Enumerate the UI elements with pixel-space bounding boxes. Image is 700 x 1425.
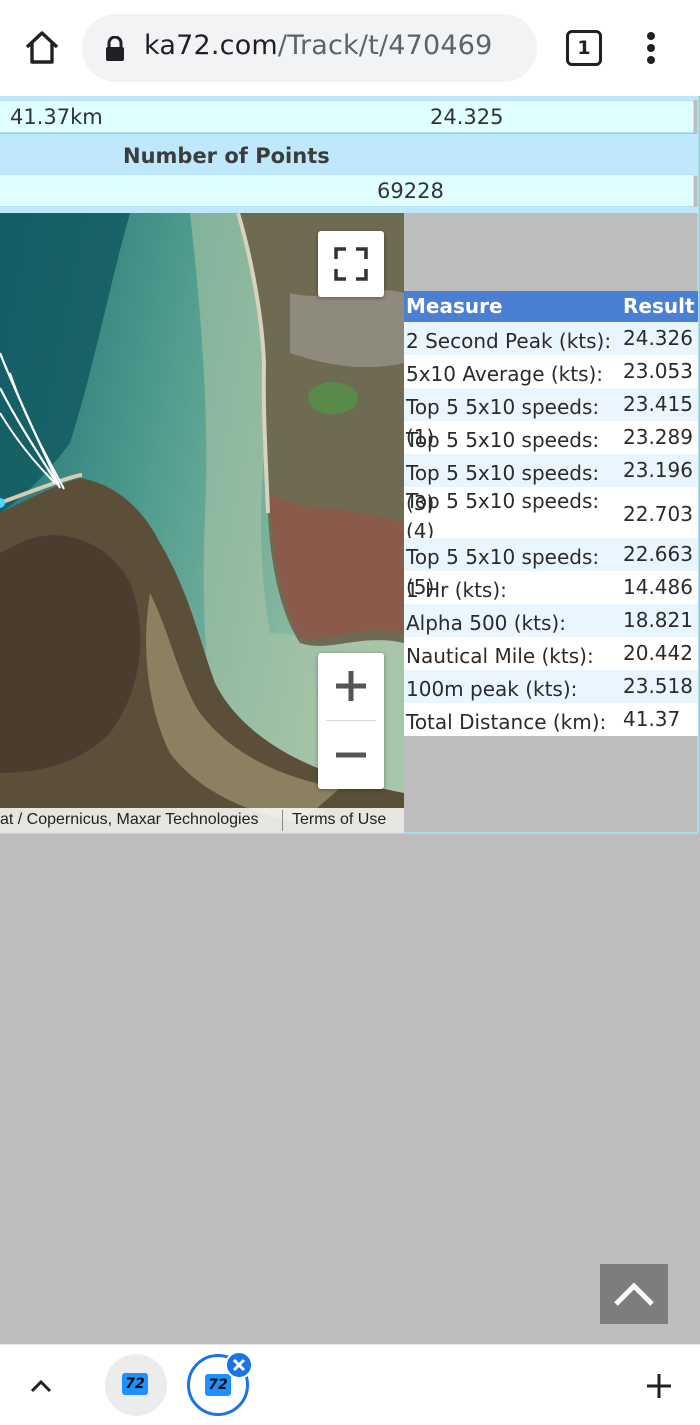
url-text: ka72.com/Track/t/470469 (144, 30, 493, 61)
measure-label: 1 Hr (kts): (406, 578, 507, 602)
table-row: Top 5 5x10 speeds: (4) 22.703 (404, 487, 698, 543)
measure-label: Top 5 5x10 speeds: (4) (406, 489, 600, 543)
measure-label: 5x10 Average (kts): (406, 362, 604, 386)
plus-icon (336, 671, 366, 701)
page-content: 41.37km 24.325 Number of Points 69228 at… (0, 96, 700, 1344)
url-host: ka72.com (144, 30, 278, 61)
points-value: 69228 (377, 179, 444, 203)
new-tab-button[interactable] (644, 1371, 674, 1401)
home-button[interactable] (22, 28, 62, 68)
table-row: 5x10 Average (kts): 23.053 (404, 355, 698, 388)
browser-toolbar: ka72.com/Track/t/470469 1 (0, 0, 700, 96)
measure-label: Alpha 500 (kts): (406, 611, 566, 635)
measure-label: Total Distance (km): (406, 710, 607, 734)
plus-icon (647, 1374, 671, 1398)
close-icon (232, 1358, 246, 1372)
result-value: 23.053 (623, 359, 693, 383)
speed-value: 24.325 (430, 105, 504, 129)
measure-label: Nautical Mile (kts): (406, 644, 594, 668)
result-value: 23.415 (623, 392, 693, 416)
result-value: 18.821 (623, 608, 693, 632)
tab-thumbnail[interactable]: 72 (105, 1354, 167, 1416)
table-row: 100m peak (kts): 23.518 (404, 670, 698, 703)
lock-icon (104, 35, 126, 62)
result-column-header: Result (623, 294, 695, 318)
table-row: Top 5 5x10 speeds: (2) 23.289 (404, 421, 698, 482)
results-header-row: Measure Result (404, 291, 698, 322)
result-value: 22.663 (623, 542, 693, 566)
url-path: /Track/t/470469 (277, 30, 493, 61)
measure-label: 2 Second Peak (kts): (406, 329, 612, 353)
scroll-to-top-button[interactable] (600, 1264, 668, 1324)
points-header: Number of Points (123, 144, 330, 168)
close-tab-button[interactable] (225, 1351, 253, 1379)
table-row: Top 5 5x10 speeds: (3) 23.196 (404, 454, 698, 515)
table-row: Alpha 500 (kts): 18.821 (404, 604, 698, 637)
terms-of-use-link[interactable]: Terms of Use (292, 811, 386, 829)
table-row: Top 5 5x10 speeds: (5) 22.663 (404, 538, 698, 599)
zoom-control (318, 653, 384, 789)
result-value: 23.518 (623, 674, 693, 698)
result-value: 22.703 (623, 502, 693, 526)
tab-switcher-button[interactable]: 1 (566, 30, 602, 66)
result-value: 14.486 (623, 575, 693, 599)
map-attribution: at / Copernicus, Maxar Technologies Term… (0, 808, 404, 833)
fullscreen-button[interactable] (318, 231, 384, 297)
fullscreen-icon (334, 247, 368, 281)
satellite-map[interactable]: at / Copernicus, Maxar Technologies Term… (0, 213, 404, 833)
points-header-row: Number of Points (0, 134, 698, 176)
attribution-divider (282, 810, 283, 831)
result-value: 23.196 (623, 458, 693, 482)
minus-icon (336, 752, 366, 758)
table-row: 2 Second Peak (kts): 24.326 (404, 322, 698, 355)
site-favicon: 72 (122, 1373, 148, 1395)
address-bar[interactable]: ka72.com/Track/t/470469 (82, 14, 537, 82)
table-row: Nautical Mile (kts): 20.442 (404, 637, 698, 670)
results-table: Measure Result 2 Second Peak (kts): 24.3… (404, 291, 698, 736)
measure-column-header: Measure (406, 294, 503, 318)
zoom-out-button[interactable] (318, 721, 384, 789)
result-value: 23.289 (623, 425, 693, 449)
result-value: 41.37 (623, 707, 681, 731)
distance-value: 41.37km (10, 105, 103, 129)
chevron-up-icon (30, 1379, 52, 1393)
more-vert-icon[interactable] (640, 28, 664, 68)
site-favicon: 72 (205, 1374, 231, 1396)
tab-strip: 72 72 (0, 1344, 700, 1425)
table-row: 1 Hr (kts): 14.486 (404, 571, 698, 604)
table-row: Total Distance (km): 41.37 (404, 703, 698, 736)
attribution-text: at / Copernicus, Maxar Technologies (0, 811, 259, 828)
chevron-up-icon (614, 1282, 654, 1306)
result-value: 24.326 (623, 326, 693, 350)
expand-tabs-button[interactable] (28, 1373, 54, 1399)
zoom-in-button[interactable] (318, 653, 384, 720)
table-row: Top 5 5x10 speeds: (1) 23.415 (404, 388, 698, 449)
summary-value-row: 41.37km 24.325 (0, 100, 694, 133)
points-value-row: 69228 (0, 174, 694, 207)
home-icon (25, 31, 59, 64)
measure-label: 100m peak (kts): (406, 677, 578, 701)
result-value: 20.442 (623, 641, 693, 665)
